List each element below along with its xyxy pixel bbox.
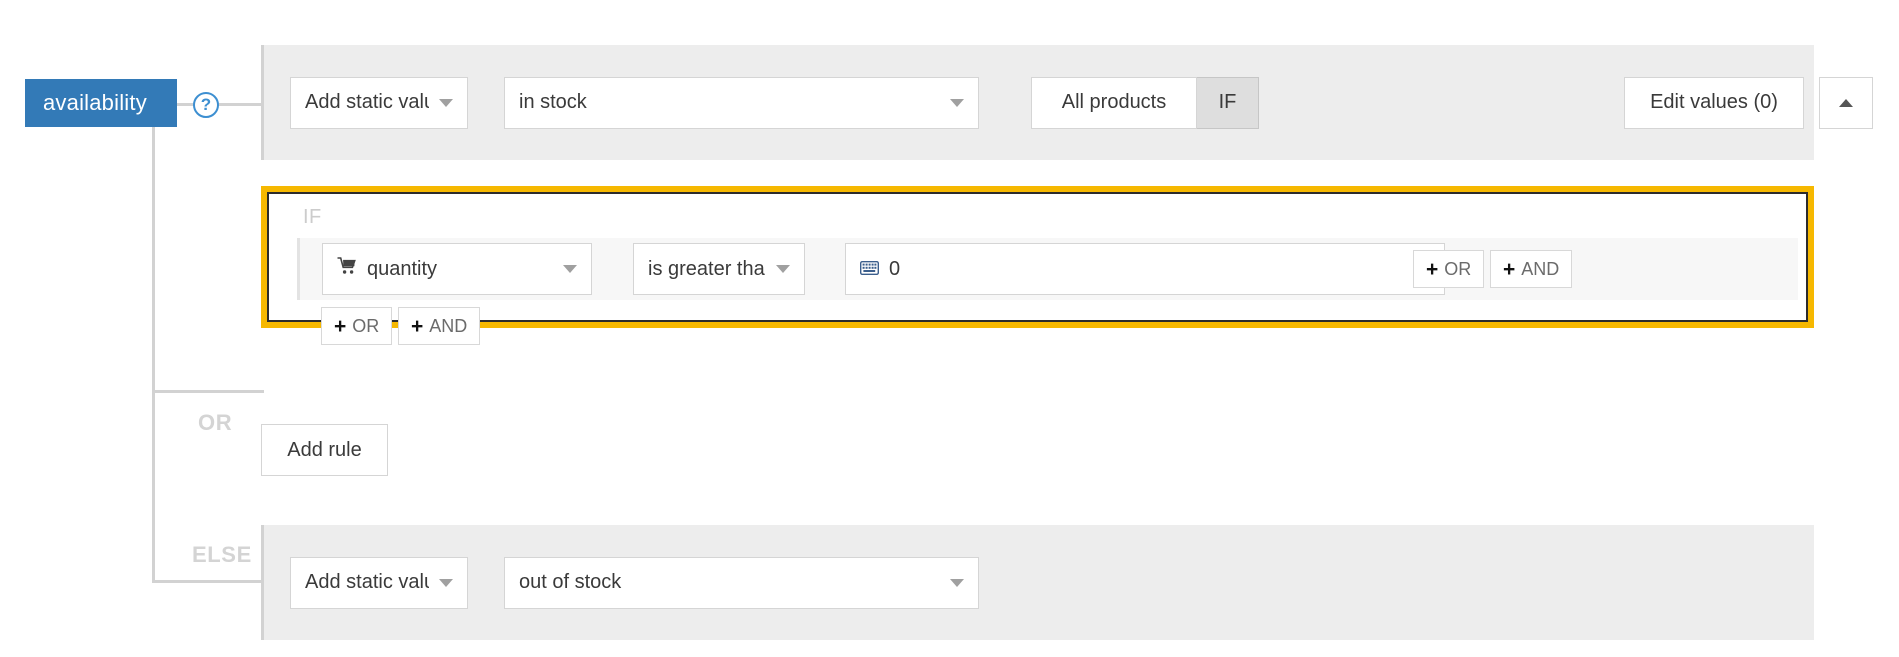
shopping-cart-icon (337, 256, 357, 282)
else-value-select[interactable]: out of stock (504, 556, 979, 609)
edit-values-button[interactable]: Edit values (0) (1624, 76, 1804, 129)
keyboard-icon (859, 258, 880, 281)
rule-add-and-label: AND (1521, 258, 1560, 279)
add-rule-label: Add rule (287, 438, 362, 461)
condition-card-inner: IF quantity is greater than 0 + OR + AND… (267, 192, 1808, 345)
attribute-name: availability (43, 90, 147, 115)
if-value-source-select[interactable]: Add static valu (290, 76, 468, 129)
chevron-down-icon (950, 578, 964, 587)
condition-card: IF quantity is greater than 0 + OR + AND… (261, 186, 1814, 345)
branch-label-else: ELSE (192, 542, 252, 567)
rule-row: quantity is greater than 0 + OR + AND (297, 238, 1798, 300)
chevron-down-icon (950, 98, 964, 107)
chevron-down-icon (563, 265, 577, 273)
group-add-and-label: AND (429, 315, 468, 336)
group-add-or-button[interactable]: + OR (321, 307, 393, 345)
connector-top-branch (216, 103, 264, 106)
collapse-button[interactable] (1819, 76, 1873, 129)
else-value-label: out of stock (519, 571, 622, 593)
connector-else-branch (152, 580, 264, 583)
scope-toggle-group: All products IF (1031, 76, 1259, 129)
chevron-down-icon (776, 265, 790, 273)
attribute-chip[interactable]: availability (25, 79, 177, 127)
plus-icon: + (334, 314, 347, 338)
chevron-down-icon (439, 98, 453, 107)
rule-add-or-label: OR (1444, 258, 1472, 279)
rule-field-select[interactable]: quantity (322, 243, 592, 295)
plus-icon: + (411, 314, 424, 338)
if-toggle[interactable]: IF (1197, 76, 1259, 129)
if-value-label: in stock (519, 91, 587, 113)
if-branch-row: Add static valu in stock All products IF… (261, 45, 1873, 160)
all-products-toggle[interactable]: All products (1031, 76, 1197, 129)
rule-operator-select[interactable]: is greater than (633, 243, 805, 295)
chevron-down-icon (439, 578, 453, 587)
branch-label-or: OR (198, 410, 233, 435)
else-value-source-label: Add static valu (305, 571, 429, 593)
rule-add-or-button[interactable]: + OR (1413, 250, 1485, 288)
rule-field-label: quantity (367, 257, 438, 280)
chevron-up-icon (1839, 98, 1853, 107)
rule-value-input[interactable]: 0 (845, 243, 1445, 295)
if-toggle-label: IF (1218, 91, 1237, 113)
plus-icon: + (1426, 257, 1439, 281)
connector-trunk (152, 103, 155, 583)
if-value-source-label: Add static valu (305, 91, 429, 113)
add-rule-button[interactable]: Add rule (261, 424, 388, 476)
question-circle-icon[interactable]: ? (193, 92, 219, 118)
rule-add-and-button[interactable]: + AND (1490, 250, 1573, 288)
else-branch-row: Add static valu out of stock (261, 525, 1814, 640)
else-value-source-select[interactable]: Add static valu (290, 556, 468, 609)
group-add-and-button[interactable]: + AND (398, 307, 481, 345)
connector-or-branch (152, 390, 264, 393)
rule-value-label: 0 (889, 257, 901, 280)
group-add-or-label: OR (352, 315, 380, 336)
plus-icon: + (1503, 257, 1516, 281)
rule-operator-label: is greater than (648, 257, 766, 280)
edit-values-label: Edit values (0) (1650, 91, 1778, 113)
if-value-select[interactable]: in stock (504, 76, 979, 129)
rule-builder-canvas: availability ? Add static valu in stock … (0, 0, 1899, 657)
all-products-label: All products (1061, 91, 1167, 113)
condition-card-title: IF (303, 206, 322, 228)
